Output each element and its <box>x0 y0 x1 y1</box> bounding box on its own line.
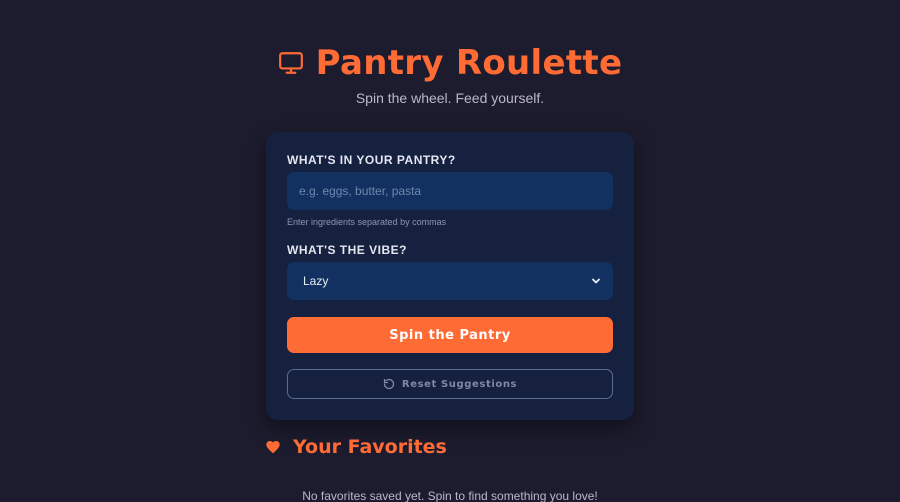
vibe-select-value: Lazy <box>303 274 329 288</box>
favorites-heading: Your Favorites <box>265 436 447 458</box>
refresh-icon <box>383 378 395 390</box>
favorites-empty-message: No favorites saved yet. Spin to find som… <box>302 489 598 502</box>
vibe-select[interactable]: Lazy <box>287 262 613 300</box>
monitor-icon <box>278 50 304 76</box>
pantry-form-card: WHAT'S IN YOUR PANTRY? Enter ingredients… <box>266 132 634 420</box>
title-row: Pantry Roulette <box>0 38 900 88</box>
pantry-ingredients-input[interactable] <box>287 172 613 210</box>
pantry-helper-text: Enter ingredients separated by commas <box>287 217 447 227</box>
chevron-down-icon <box>591 276 601 286</box>
vibe-label: WHAT'S THE VIBE? <box>287 243 407 257</box>
spin-button-label: Spin the Pantry <box>389 327 511 343</box>
page-title: Pantry Roulette <box>315 43 623 83</box>
spin-button[interactable]: Spin the Pantry <box>287 317 613 353</box>
pantry-label: WHAT'S IN YOUR PANTRY? <box>287 153 456 167</box>
reset-button-label: Reset Suggestions <box>401 378 518 390</box>
page: Pantry Roulette Spin the wheel. Feed you… <box>0 0 900 502</box>
page-subtitle: Spin the wheel. Feed yourself. <box>355 90 545 106</box>
favorites-title: Your Favorites <box>293 436 447 458</box>
header: Pantry Roulette Spin the wheel. Feed you… <box>0 38 900 106</box>
heart-icon <box>265 439 281 455</box>
reset-suggestions-button[interactable]: Reset Suggestions <box>287 369 613 399</box>
